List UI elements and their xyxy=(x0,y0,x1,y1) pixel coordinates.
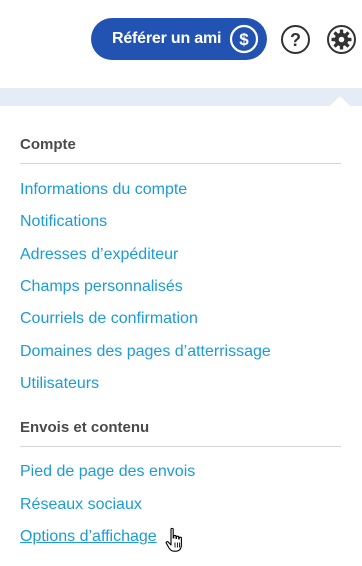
settings-dropdown-menu: Compte Informations du compte Notificati… xyxy=(0,106,362,566)
menu-item-utilisateurs[interactable]: Utilisateurs xyxy=(20,375,99,393)
menu-item-domaines-pages-atterrissage[interactable]: Domaines des pages d’atterrissage xyxy=(20,343,271,361)
svg-text:?: ? xyxy=(290,30,301,50)
gear-icon[interactable] xyxy=(326,24,357,55)
help-icon[interactable]: ? xyxy=(280,24,311,55)
refer-friend-label: Référer un ami xyxy=(112,30,222,47)
menu-item-courriels-de-confirmation[interactable]: Courriels de confirmation xyxy=(20,310,198,328)
svg-text:$: $ xyxy=(239,30,249,49)
hand-pointer-cursor-icon xyxy=(165,527,182,552)
section-title-compte: Compte xyxy=(20,136,76,153)
section-title-envois-et-contenu: Envois et contenu xyxy=(20,419,150,436)
menu-item-informations-du-compte[interactable]: Informations du compte xyxy=(20,181,187,199)
section-divider xyxy=(20,163,341,164)
section-divider xyxy=(20,446,341,447)
menu-item-notifications[interactable]: Notifications xyxy=(20,213,107,231)
top-bar: Référer un ami $ ? xyxy=(0,0,362,88)
menu-item-options-affichage[interactable]: Options d’affichage xyxy=(20,528,157,546)
menu-item-champs-personnalises[interactable]: Champs personnalisés xyxy=(20,278,183,296)
dollar-icon: $ xyxy=(229,24,259,54)
dropdown-backdrop-strip xyxy=(0,88,362,106)
menu-item-adresses-expediteur[interactable]: Adresses d’expéditeur xyxy=(20,246,178,264)
dropdown-caret xyxy=(330,96,350,106)
menu-item-reseaux-sociaux[interactable]: Réseaux sociaux xyxy=(20,496,142,514)
refer-friend-button[interactable]: Référer un ami $ xyxy=(91,18,267,60)
menu-item-pied-de-page-des-envois[interactable]: Pied de page des envois xyxy=(20,463,195,481)
